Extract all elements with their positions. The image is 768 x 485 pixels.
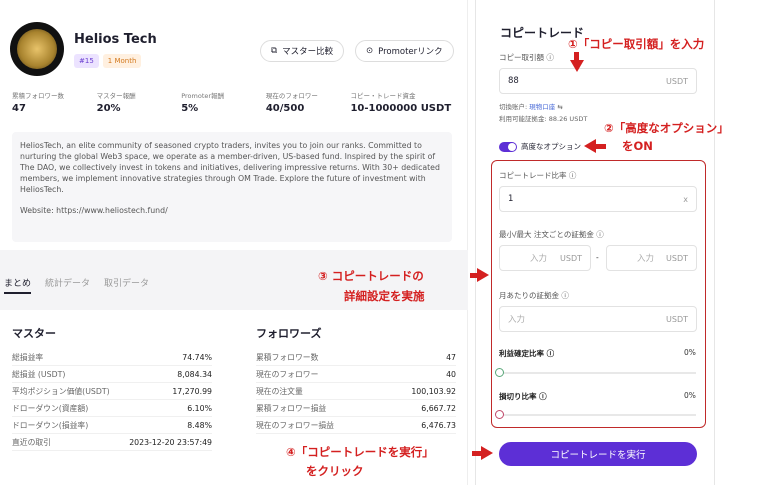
advanced-options-toggle[interactable]: 高度なオプション bbox=[499, 141, 581, 152]
stat-copy-funds: コピー・トレード資金 10-1000000 USDT bbox=[350, 92, 452, 114]
info-icon: ⓘ bbox=[546, 349, 555, 358]
follower-table: フォロワーズ 累積フォロワー数 47 現在のフォロワー 40 現在の注文量 100,1… bbox=[256, 325, 456, 434]
tab-summary[interactable]: まとめ bbox=[4, 276, 32, 294]
promoter-link-button[interactable]: ⊙ Promoterリンク bbox=[355, 40, 454, 62]
tab-statistics[interactable]: 統計データ bbox=[45, 276, 90, 294]
arrow-right-icon bbox=[481, 446, 493, 460]
table-row: 直近の取引 2023-12-20 23:57:49 bbox=[12, 434, 212, 451]
info-icon: ⓘ bbox=[568, 171, 577, 180]
tab-trade-data[interactable]: 取引データ bbox=[104, 276, 149, 294]
table-row: ドローダウン(資産額) 6.10% bbox=[12, 400, 212, 417]
info-icon: ⓘ bbox=[539, 392, 547, 401]
max-margin-input[interactable]: 入力 USDT bbox=[606, 245, 697, 271]
stat-total-followers: 累積フォロワー数 47 bbox=[12, 92, 64, 114]
table-row: 現在のフォロワー 40 bbox=[256, 366, 456, 383]
available-margin: 利用可能証拠金: 88.26 USDT bbox=[499, 115, 588, 123]
copy-ratio-input[interactable]: 1 x bbox=[499, 186, 697, 212]
master-table: マスター 総損益率 74.74% 総損益 (USDT) 8,084.34 平均ポジシ… bbox=[12, 325, 212, 451]
annotation-2a: ②「高度なオプション」 bbox=[604, 121, 729, 135]
annotation-3a: ③ コピートレードの bbox=[318, 269, 424, 283]
annotation-2b: をON bbox=[622, 139, 653, 153]
arrow-right-icon bbox=[477, 268, 489, 282]
master-name: Helios Tech bbox=[74, 32, 157, 47]
slider-handle[interactable] bbox=[495, 368, 504, 377]
copy-icon: ⧉ bbox=[271, 46, 278, 56]
period-badge: 1 Month bbox=[102, 54, 142, 68]
arrow-down-icon bbox=[570, 60, 584, 72]
stat-promoter-reward: Promoter報酬 5% bbox=[181, 92, 225, 114]
annotation-3b: 詳細設定を実施 bbox=[344, 289, 425, 303]
info-icon: ⓘ bbox=[546, 53, 554, 62]
amount-label: コピー取引額 ⓘ bbox=[499, 53, 554, 62]
arrow-shaft bbox=[574, 52, 579, 60]
website-link[interactable]: Website: https://www.heliostech.fund/ bbox=[20, 205, 444, 216]
table-row: 総損益 (USDT) 8,084.34 bbox=[12, 366, 212, 383]
take-profit-slider[interactable] bbox=[495, 368, 696, 377]
master-description: HeliosTech, an elite community of season… bbox=[12, 132, 452, 242]
copy-amount-input[interactable]: 88 USDT bbox=[499, 68, 697, 94]
stop-loss-value: 0% bbox=[684, 391, 696, 400]
minmax-label: 最小/最大 注文ごとの証拠金 ⓘ bbox=[499, 230, 604, 239]
info-icon: ⓘ bbox=[561, 291, 569, 300]
stat-current-followers: 現在のフォロワー 40/500 bbox=[265, 92, 318, 114]
tab-bar: まとめ 統計データ 取引データ bbox=[4, 276, 149, 294]
avatar bbox=[10, 22, 64, 76]
monthly-margin-input[interactable]: 入力 USDT bbox=[499, 306, 697, 332]
stop-loss-label: 損切り比率 ⓘ bbox=[499, 392, 547, 401]
take-profit-label: 利益確定比率 ⓘ bbox=[499, 349, 555, 358]
ratio-label: コピートレード比率 ⓘ bbox=[499, 171, 577, 180]
arrow-left-icon bbox=[584, 139, 596, 153]
min-margin-input[interactable]: 入力 USDT bbox=[499, 245, 591, 271]
execute-copy-trade-button[interactable]: コピートレードを実行 bbox=[499, 442, 697, 466]
slider-handle[interactable] bbox=[495, 410, 504, 419]
range-dash: - bbox=[596, 253, 599, 262]
stop-loss-slider[interactable] bbox=[495, 410, 696, 419]
annotation-4a: ④「コピートレードを実行」 bbox=[286, 445, 434, 459]
badges: #15 1 Month bbox=[74, 54, 142, 68]
info-icon: ⓘ bbox=[596, 230, 604, 239]
annotation-4b: をクリック bbox=[306, 464, 364, 478]
table-row: 累積フォロワー数 47 bbox=[256, 349, 456, 366]
table-row: 総損益率 74.74% bbox=[12, 349, 212, 366]
link-icon: ⊙ bbox=[366, 46, 374, 56]
master-profile-pane: Helios Tech #15 1 Month ⧉ マスター比較 ⊙ Promo… bbox=[0, 0, 468, 485]
annotation-1: ①「コピー取引額」を入力 bbox=[568, 37, 705, 51]
compare-master-button[interactable]: ⧉ マスター比較 bbox=[260, 40, 345, 62]
rank-badge: #15 bbox=[74, 54, 99, 68]
account-switch[interactable]: 切換账户: 現物口座 ⇆ bbox=[499, 101, 563, 111]
take-profit-value: 0% bbox=[684, 348, 696, 357]
swap-icon: ⇆ bbox=[557, 103, 563, 111]
monthly-label: 月あたりの証拠金 ⓘ bbox=[499, 291, 569, 300]
table-row: 平均ポジション価値(USDT) 17,270.99 bbox=[12, 383, 212, 400]
table-row: 累積フォロワー損益 6,667.72 bbox=[256, 400, 456, 417]
sun-logo-icon bbox=[17, 29, 57, 69]
arrow-shaft bbox=[596, 144, 606, 149]
table-row: 現在のフォロワー損益 6,476.73 bbox=[256, 417, 456, 434]
table-row: ドローダウン(損益率) 8.48% bbox=[12, 417, 212, 434]
toggle-switch[interactable] bbox=[499, 141, 517, 152]
stats-row: 累積フォロワー数 47 マスター報酬 20% Promoter報酬 5% 現在のフォロ… bbox=[12, 90, 452, 114]
stat-master-reward: マスター報酬 20% bbox=[96, 92, 136, 114]
table-row: 現在の注文量 100,103.92 bbox=[256, 383, 456, 400]
